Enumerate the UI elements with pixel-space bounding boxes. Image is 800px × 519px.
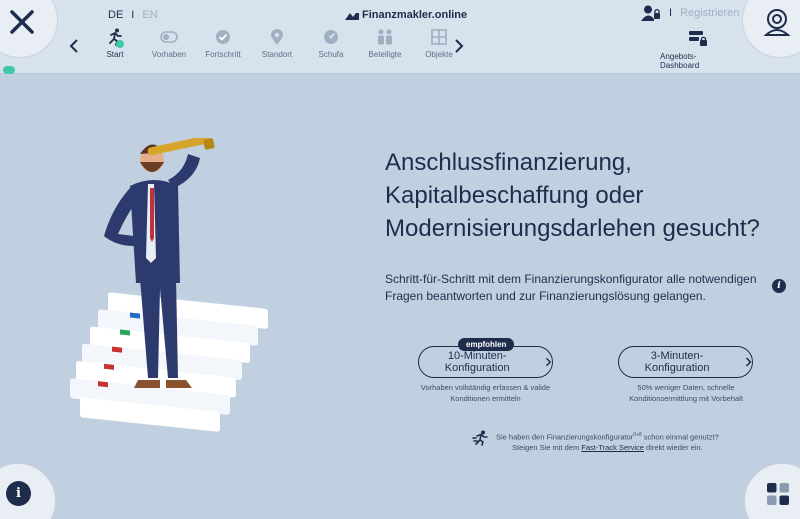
fasttrack-superscript: 0+8 [633,432,642,438]
top-navigation-bar: DE I EN Finanzmakler.online I Registrier… [0,0,800,74]
steps-prev-icon[interactable] [67,38,81,54]
dashboard-lock-icon [688,30,708,48]
step-label: Vorhaben [151,50,187,59]
page-title: Anschlussfinanzierung, Kapitalbeschaffun… [385,146,765,245]
step-label: Beteiligte [368,50,402,59]
app-grid-icon[interactable] [766,482,790,506]
fasttrack-line: direkt wieder ein. [646,442,703,452]
brand-logo[interactable]: Finanzmakler.online [345,9,467,21]
fasttrack-line: schon einmal genutzt? [643,432,719,442]
location-pin-icon [267,28,287,46]
chevron-right-icon [546,357,552,367]
brand-logo-icon [345,12,359,20]
three-minute-config-description: 50% weniger Daten, schnelle Konditionser… [629,383,743,403]
button-label: 3-Minuten-Konfiguration [644,350,710,374]
fasttrack-service-link[interactable]: Fast-Track Service [581,443,644,452]
step-label: Standort [261,50,293,59]
chevron-right-icon [746,357,752,367]
fasttrack-notice: Sie haben den Finanzierungskonfigurator0… [472,430,719,453]
language-en[interactable]: EN [142,9,157,21]
ten-minute-config-description: Vorhaben vollständig erfassen & valide K… [420,383,551,403]
support-agent-icon[interactable] [763,7,791,37]
brand-name: Finanzmakler.online [362,9,468,21]
step-label: Schufa [318,50,344,59]
user-area: I Registrieren [641,5,739,21]
active-step-indicator [116,40,124,48]
step-label: Objekte [425,50,453,59]
configurator-steps: Start Vorhaben Fortschritt Standort Schu… [88,28,466,59]
gauge-icon [321,28,341,46]
dashboard-label: Angebots-Dashboard [660,52,700,70]
info-icon[interactable]: i [772,279,786,293]
title-line: Modernisierungsdarlehen gesucht? [385,215,760,242]
fasttrack-text: Sie haben den Finanzierungskonfigurator0… [496,430,719,453]
info-button-icon[interactable]: i [6,481,31,506]
step-standort[interactable]: Standort [250,28,304,59]
register-link[interactable]: Registrieren [680,7,739,19]
toggle-icon [159,28,179,46]
step-beteiligte[interactable]: Beteiligte [358,28,412,59]
user-lock-icon[interactable] [641,5,661,21]
building-icon [429,28,449,46]
title-line: Anschlussfinanzierung, [385,149,632,176]
button-label: 10-Minuten-Konfiguration [444,350,510,374]
fasttrack-line: Sie haben den Finanzierungskonfigurator [496,432,634,442]
step-vorhaben[interactable]: Vorhaben [142,28,196,59]
recommended-badge: empfohlen [458,338,515,351]
businessman-with-telescope-illustration [70,138,268,432]
runner-icon [472,430,488,446]
user-separator: I [669,7,673,19]
step-label: Fortschritt [205,50,241,59]
close-icon[interactable] [9,9,35,35]
step-label: Start [106,50,124,59]
step-start[interactable]: Start [88,28,142,59]
check-icon [213,28,233,46]
language-switcher: DE I EN [108,9,158,21]
step-objekte[interactable]: Objekte [412,28,466,59]
step-schufa[interactable]: Schufa [304,28,358,59]
step-fortschritt[interactable]: Fortschritt [196,28,250,59]
progress-indicator [3,66,15,74]
page-subtitle: Schritt-für-Schritt mit dem Finanzierung… [385,272,757,303]
offer-dashboard-button[interactable]: Angebots-Dashboard [660,30,735,70]
language-separator: I [131,9,135,21]
fasttrack-line: Steigen Sie mit dem [512,442,580,452]
title-line: Kapitalbeschaffung oder [385,182,644,209]
language-de[interactable]: DE [108,9,123,21]
people-icon [375,28,395,46]
three-minute-config-button[interactable]: 3-Minuten-Konfiguration [618,346,753,378]
